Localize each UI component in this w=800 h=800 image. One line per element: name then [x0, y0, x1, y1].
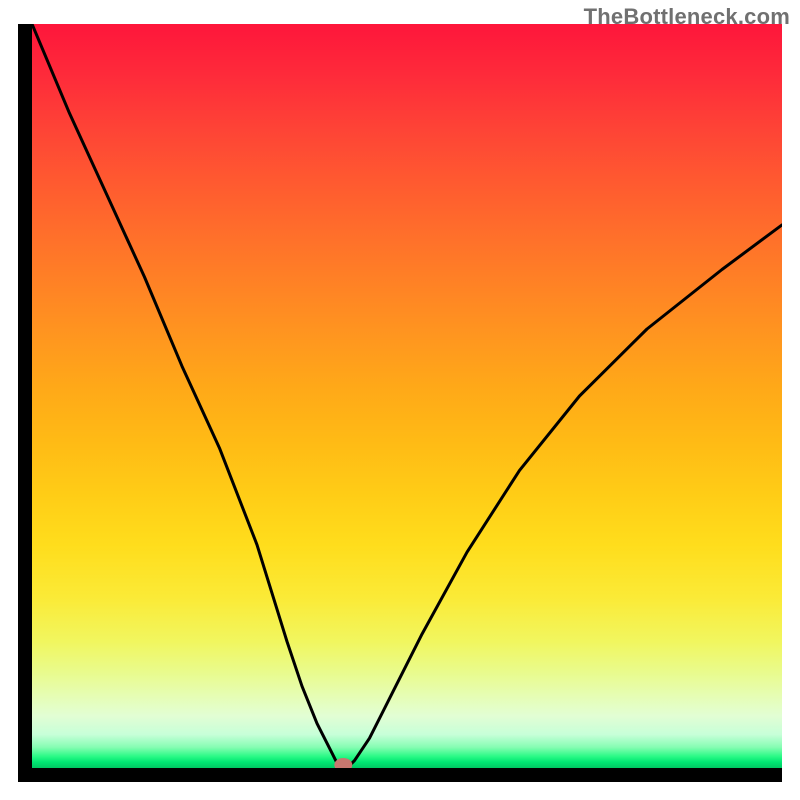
minimum-marker [334, 758, 352, 768]
plot-area [32, 24, 782, 768]
bottleneck-curve [32, 24, 782, 768]
plot-frame [18, 24, 782, 782]
curve-layer [32, 24, 782, 768]
watermark-label: TheBottleneck.com [584, 4, 790, 30]
chart-container: TheBottleneck.com [0, 0, 800, 800]
